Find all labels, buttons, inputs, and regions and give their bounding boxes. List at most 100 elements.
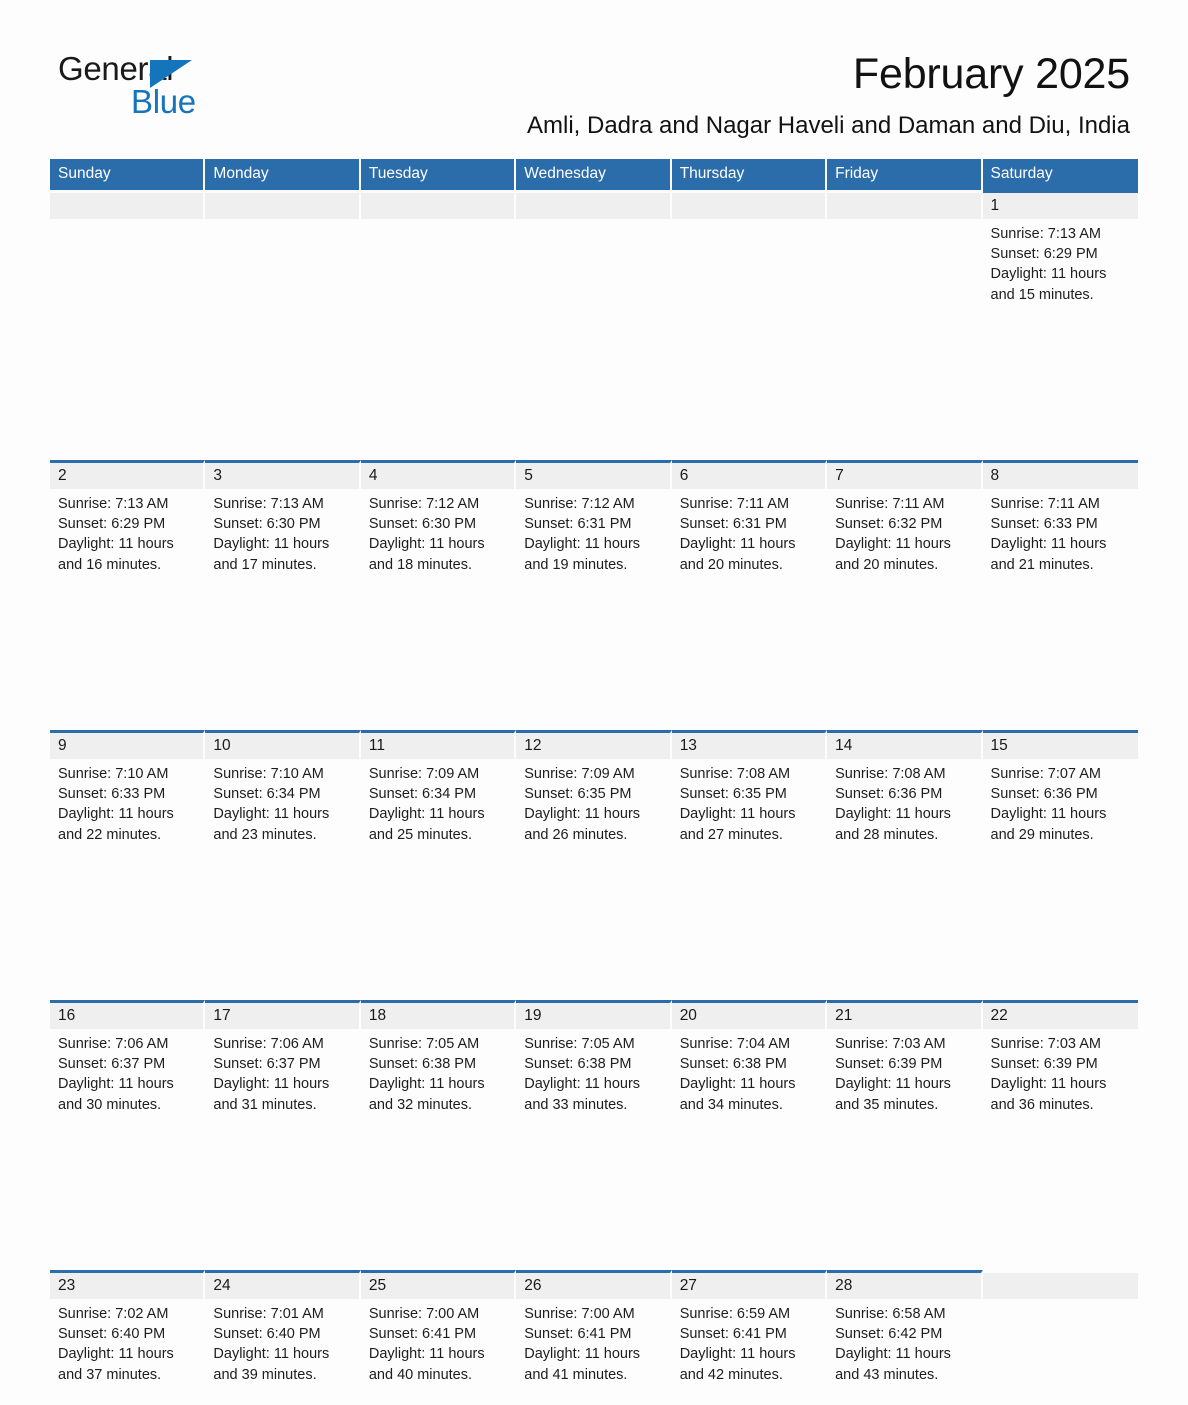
- calendar-day-cell[interactable]: 27 Sunrise: 6:59 AM Sunset: 6:41 PM Dayligh…: [671, 1270, 828, 1405]
- calendar-day-cell[interactable]: 7 Sunrise: 7:11 AM Sunset: 6:32 PM Daylight…: [827, 460, 983, 595]
- calendar-day-cell[interactable]: 23 Sunrise: 7:02 AM Sunset: 6:40 PM Dayligh…: [50, 1270, 206, 1405]
- daylight-text: Daylight: 11 hours and 43 minutes.: [835, 1346, 951, 1383]
- sunset-text: Sunset: 6:41 PM: [368, 1326, 477, 1343]
- daylight-text: Daylight: 11 hours and 19 minutes.: [524, 536, 641, 573]
- calendar-cell-empty: [671, 190, 828, 325]
- calendar-day-cell[interactable]: 25 Sunrise: 7:00 AM Sunset: 6:41 PM Dayligh…: [360, 1270, 517, 1405]
- sunrise-text: Sunrise: 7:05 AM: [524, 1036, 635, 1052]
- sunrise-text: Sunrise: 7:08 AM: [835, 766, 946, 782]
- day-info: Sunrise: 7:00 AM Sunset: 6:41 PM Daylight:…: [516, 1299, 669, 1385]
- calendar-day-cell[interactable]: 18 Sunrise: 7:05 AM Sunset: 6:38 PM Dayligh…: [360, 1000, 517, 1135]
- day-number: 19: [516, 1003, 670, 1029]
- page-header: General Blue February 2025 Amli, Dadra a…: [0, 0, 1188, 148]
- sunrise-text: Sunrise: 7:00 AM: [524, 1306, 635, 1322]
- calendar-day-cell[interactable]: 22 Sunrise: 7:03 AM Sunset: 6:39 PM Dayligh…: [982, 1000, 1138, 1135]
- daylight-text: Daylight: 11 hours and 41 minutes.: [524, 1346, 641, 1383]
- day-info: Sunrise: 7:09 AM Sunset: 6:34 PM Daylight:…: [361, 759, 514, 845]
- logo-text-blue: Blue: [131, 83, 196, 120]
- day-number: 18: [360, 1003, 515, 1029]
- calendar-day-cell[interactable]: 19 Sunrise: 7:05 AM Sunset: 6:38 PM Dayligh…: [516, 1000, 672, 1135]
- daylight-text: Daylight: 11 hours and 37 minutes.: [58, 1346, 174, 1383]
- daylight-text: Daylight: 11 hours and 18 minutes.: [368, 536, 485, 573]
- sunrise-text: Sunrise: 7:08 AM: [679, 766, 791, 782]
- sunset-text: Sunset: 6:38 PM: [524, 1056, 632, 1073]
- sunrise-text: Sunrise: 7:09 AM: [524, 766, 635, 782]
- week-spacer: [50, 1135, 1138, 1270]
- calendar-day-cell[interactable]: 20 Sunrise: 7:04 AM Sunset: 6:38 PM Dayligh…: [671, 1000, 828, 1135]
- calendar-day-cell[interactable]: 17 Sunrise: 7:06 AM Sunset: 6:37 PM Dayligh…: [205, 1000, 361, 1135]
- day-number-band: [50, 193, 204, 219]
- weekday-header-sunday: Sunday: [50, 159, 206, 190]
- calendar-day-cell[interactable]: 2 Sunrise: 7:13 AM Sunset: 6:29 PM Daylight…: [50, 460, 206, 595]
- calendar-day-cell[interactable]: 10 Sunrise: 7:10 AM Sunset: 6:34 PM Dayligh…: [205, 730, 361, 865]
- calendar-day-cell[interactable]: 15 Sunrise: 7:07 AM Sunset: 6:36 PM Dayligh…: [982, 730, 1138, 865]
- day-number: 14: [827, 733, 981, 759]
- daylight-text: Daylight: 11 hours and 36 minutes.: [990, 1076, 1107, 1113]
- calendar-day-cell[interactable]: 3 Sunrise: 7:13 AM Sunset: 6:30 PM Daylight…: [205, 460, 361, 595]
- calendar-cell-empty: [205, 190, 361, 325]
- daylight-text: Daylight: 11 hours and 15 minutes.: [990, 266, 1107, 303]
- sunrise-text: Sunrise: 7:02 AM: [58, 1306, 169, 1322]
- day-number: 15: [982, 733, 1138, 759]
- day-info: Sunrise: 7:10 AM Sunset: 6:34 PM Daylight:…: [205, 759, 358, 845]
- calendar-day-cell[interactable]: 26 Sunrise: 7:00 AM Sunset: 6:41 PM Dayligh…: [516, 1270, 672, 1405]
- weekday-header-thursday: Thursday: [671, 159, 828, 190]
- daylight-text: Daylight: 11 hours and 30 minutes.: [58, 1076, 174, 1113]
- day-number: 16: [50, 1003, 204, 1029]
- sunset-text: Sunset: 6:37 PM: [213, 1056, 321, 1073]
- calendar-day-cell[interactable]: 16 Sunrise: 7:06 AM Sunset: 6:37 PM Dayligh…: [50, 1000, 206, 1135]
- daylight-text: Daylight: 11 hours and 28 minutes.: [835, 806, 951, 843]
- calendar-day-cell[interactable]: 4 Sunrise: 7:12 AM Sunset: 6:30 PM Daylight…: [360, 460, 517, 595]
- calendar-week-row: 1 Sunrise: 7:13 AM Sunset: 6:29 PM Daylight…: [50, 190, 1138, 325]
- day-info: Sunrise: 7:10 AM Sunset: 6:33 PM Daylight:…: [50, 759, 203, 845]
- sunset-text: Sunset: 6:38 PM: [368, 1056, 477, 1073]
- calendar-header-row: Sunday Monday Tuesday Wednesday Thursday Frid…: [50, 159, 1138, 190]
- calendar-cell-empty: [50, 190, 206, 325]
- sunset-text: Sunset: 6:41 PM: [679, 1326, 787, 1343]
- day-number: 20: [671, 1003, 826, 1029]
- week-spacer: [50, 325, 1138, 460]
- calendar-body: 1 Sunrise: 7:13 AM Sunset: 6:29 PM Daylight…: [50, 190, 1138, 1405]
- day-info: Sunrise: 7:13 AM Sunset: 6:30 PM Daylight:…: [205, 489, 358, 575]
- calendar-day-cell[interactable]: 21 Sunrise: 7:03 AM Sunset: 6:39 PM Dayligh…: [827, 1000, 983, 1135]
- calendar-day-cell[interactable]: 24 Sunrise: 7:01 AM Sunset: 6:40 PM Dayligh…: [205, 1270, 361, 1405]
- general-blue-logo: General Blue: [58, 52, 258, 122]
- calendar-day-cell[interactable]: 11 Sunrise: 7:09 AM Sunset: 6:34 PM Dayligh…: [360, 730, 517, 865]
- week-spacer-cell: [50, 595, 1138, 730]
- week-spacer: [50, 595, 1138, 730]
- weekday-header-wednesday: Wednesday: [516, 159, 672, 190]
- day-number: 10: [205, 733, 359, 759]
- week-spacer-cell: [50, 1135, 1138, 1270]
- day-number: 21: [827, 1003, 981, 1029]
- calendar-day-cell[interactable]: 1 Sunrise: 7:13 AM Sunset: 6:29 PM Daylight…: [982, 190, 1138, 325]
- daylight-text: Daylight: 11 hours and 16 minutes.: [58, 536, 174, 573]
- daylight-text: Daylight: 11 hours and 32 minutes.: [368, 1076, 485, 1113]
- sunrise-text: Sunrise: 7:01 AM: [213, 1306, 324, 1322]
- sunset-text: Sunset: 6:30 PM: [213, 516, 321, 533]
- calendar-day-cell[interactable]: 28 Sunrise: 6:58 AM Sunset: 6:42 PM Dayligh…: [827, 1270, 983, 1405]
- weekday-header-saturday: Saturday: [982, 159, 1138, 190]
- calendar-day-cell[interactable]: 8 Sunrise: 7:11 AM Sunset: 6:33 PM Daylight…: [982, 460, 1138, 595]
- sunset-text: Sunset: 6:34 PM: [368, 786, 477, 803]
- daylight-text: Daylight: 11 hours and 29 minutes.: [990, 806, 1107, 843]
- calendar-day-cell[interactable]: 5 Sunrise: 7:12 AM Sunset: 6:31 PM Daylight…: [516, 460, 672, 595]
- day-number: 26: [516, 1273, 670, 1299]
- calendar-day-cell[interactable]: 9 Sunrise: 7:10 AM Sunset: 6:33 PM Daylight…: [50, 730, 206, 865]
- calendar-day-cell[interactable]: 6 Sunrise: 7:11 AM Sunset: 6:31 PM Daylight…: [671, 460, 828, 595]
- day-info: Sunrise: 7:12 AM Sunset: 6:30 PM Daylight:…: [361, 489, 514, 575]
- daylight-text: Daylight: 11 hours and 39 minutes.: [213, 1346, 330, 1383]
- calendar-week-row: 2 Sunrise: 7:13 AM Sunset: 6:29 PM Daylight…: [50, 460, 1138, 595]
- day-info: Sunrise: 7:11 AM Sunset: 6:32 PM Daylight:…: [827, 489, 980, 575]
- day-number: 27: [671, 1273, 826, 1299]
- sunset-text: Sunset: 6:36 PM: [990, 786, 1098, 803]
- sunrise-text: Sunrise: 7:06 AM: [58, 1036, 169, 1052]
- sunset-text: Sunset: 6:39 PM: [835, 1056, 943, 1073]
- calendar-day-cell[interactable]: 14 Sunrise: 7:08 AM Sunset: 6:36 PM Dayligh…: [827, 730, 983, 865]
- sunset-text: Sunset: 6:38 PM: [679, 1056, 787, 1073]
- week-spacer-cell: [50, 865, 1138, 1000]
- sunrise-text: Sunrise: 7:12 AM: [368, 496, 480, 512]
- calendar-day-cell[interactable]: 13 Sunrise: 7:08 AM Sunset: 6:35 PM Dayligh…: [671, 730, 828, 865]
- day-info: Sunrise: 7:13 AM Sunset: 6:29 PM Daylight:…: [50, 489, 203, 575]
- day-number: 6: [671, 463, 826, 489]
- calendar-day-cell[interactable]: 12 Sunrise: 7:09 AM Sunset: 6:35 PM Dayligh…: [516, 730, 672, 865]
